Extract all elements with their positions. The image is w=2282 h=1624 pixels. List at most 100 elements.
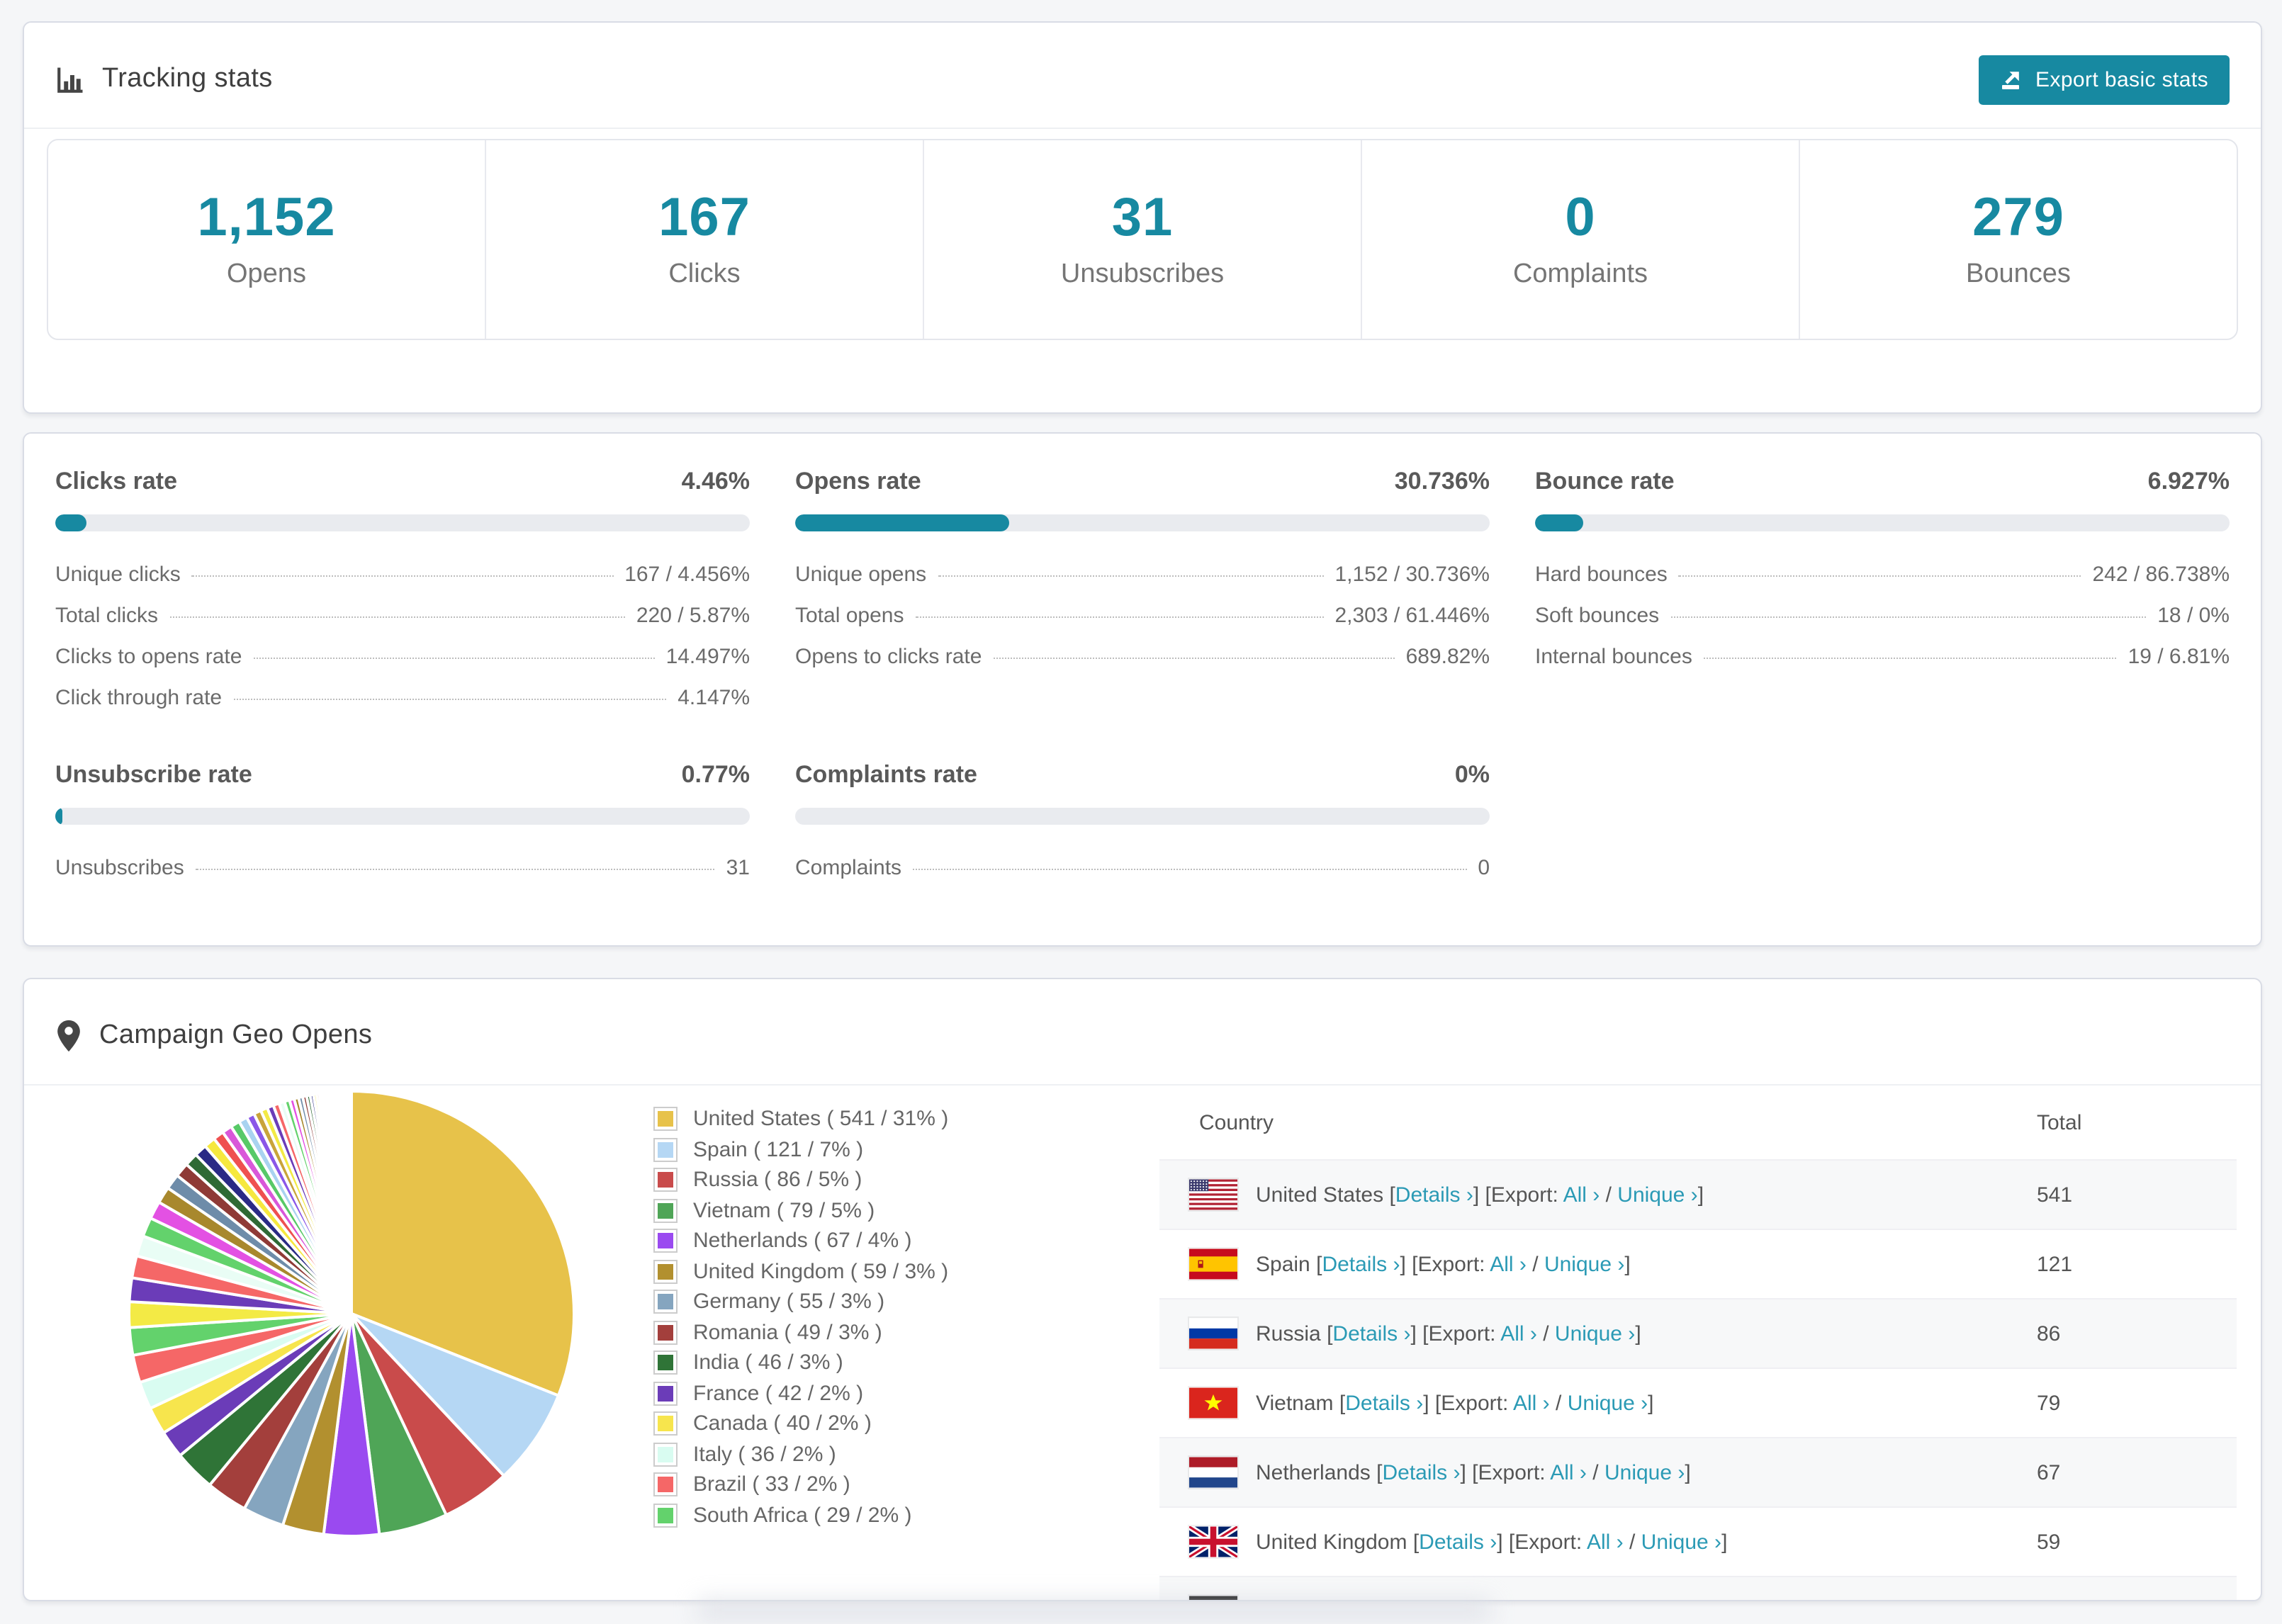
export-unique-link[interactable]: Unique › (1555, 1321, 1635, 1346)
bracket: [ (1339, 1391, 1346, 1415)
rate-progress-fill (55, 808, 62, 825)
export-button-label: Export basic stats (2035, 67, 2208, 91)
bracket: ] [Export: (1473, 1183, 1563, 1207)
pie-slice-other-55[interactable] (349, 1089, 353, 1314)
legend-label: Spain ( 121 / 7% ) (693, 1137, 864, 1162)
country-cell: Netherlands [Details ›] [Export: All › /… (1159, 1438, 2035, 1507)
geo-table-header-row: Country Total (1159, 1086, 2237, 1160)
dotted-leader (915, 616, 1324, 618)
stat-value: 1,152 (197, 188, 336, 248)
rate-detail-value: 167 / 4.456% (624, 563, 750, 587)
legend-item-india[interactable]: India ( 46 / 3% ) (653, 1348, 948, 1378)
details-link[interactable]: Details › (1332, 1321, 1410, 1346)
export-all-link[interactable]: All › (1513, 1391, 1550, 1415)
rate-progress-bar (795, 808, 1490, 825)
country-cell-content: Russia [Details ›] [Export: All › / Uniq… (1189, 1318, 2034, 1349)
country-cell: Russia [Details ›] [Export: All › / Uniq… (1159, 1299, 2035, 1368)
total-cell: 79 (2037, 1391, 2061, 1415)
legend-item-united-states[interactable]: United States ( 541 / 31% ) (653, 1104, 948, 1134)
legend-label: Italy ( 36 / 2% ) (693, 1442, 836, 1467)
rates-grid: Clicks rate 4.46% Unique clicks 167 / 4.456… (24, 434, 2261, 917)
bracket: / (1600, 1183, 1618, 1207)
export-unique-link[interactable]: Unique › (1641, 1530, 1721, 1554)
details-link[interactable]: Details › (1345, 1391, 1423, 1415)
export-all-link[interactable]: All › (1500, 1321, 1537, 1346)
export-unique-link[interactable]: Unique › (1544, 1252, 1624, 1276)
export-all-link[interactable]: All › (1550, 1460, 1587, 1484)
country-cell-content: United States [Details ›] [Export: All ›… (1189, 1179, 2034, 1210)
legend-item-romania[interactable]: Romania ( 49 / 3% ) (653, 1317, 948, 1348)
export-unique-link[interactable]: Unique › (1617, 1183, 1697, 1207)
rate-detail-label: Complaints (795, 856, 902, 880)
rate-detail-label: Click through rate (55, 686, 223, 710)
export-unique-link[interactable]: Unique › (1604, 1460, 1685, 1484)
export-all-link[interactable]: All › (1490, 1252, 1527, 1276)
rate-detail-value: 689.82% (1405, 645, 1490, 669)
legend-item-vietnam[interactable]: Vietnam ( 79 / 5% ) (653, 1195, 948, 1226)
flag-gb-icon (1189, 1526, 1237, 1557)
legend-swatch (653, 1503, 678, 1528)
rate-detail-row: Unique opens 1,152 / 30.736% (795, 554, 1490, 595)
rate-detail-label: Total opens (795, 604, 904, 628)
rate-detail-row: Unique clicks 167 / 4.456% (55, 554, 750, 595)
geo-table-row-us: United States [Details ›] [Export: All ›… (1159, 1160, 2237, 1229)
bracket: ] (1658, 1599, 1663, 1600)
dotted-leader (1678, 575, 2081, 577)
details-link[interactable]: Details › (1382, 1460, 1460, 1484)
legend-swatch (653, 1137, 678, 1162)
country-cell: Germany [Details ›] [Export: All › / Uni… (1159, 1577, 2035, 1600)
dotted-leader (1703, 658, 2117, 659)
legend-item-russia[interactable]: Russia ( 86 / 5% ) (653, 1165, 948, 1195)
bracket: / (1549, 1391, 1568, 1415)
legend-item-brazil[interactable]: Brazil ( 33 / 2% ) (653, 1470, 948, 1500)
details-link[interactable]: Details › (1322, 1252, 1400, 1276)
export-all-link[interactable]: All › (1523, 1599, 1560, 1600)
dotted-leader (169, 616, 625, 618)
rate-header: Opens rate 30.736% (795, 468, 1490, 496)
legend-item-italy[interactable]: Italy ( 36 / 2% ) (653, 1439, 948, 1470)
bracket: / (1560, 1599, 1578, 1600)
rate-detail-row: Unsubscribes 31 (55, 847, 750, 889)
rate-detail-value: 19 / 6.81% (2128, 645, 2230, 669)
rate-detail-label: Unsubscribes (55, 856, 184, 880)
details-link[interactable]: Details › (1395, 1183, 1473, 1207)
legend-item-spain[interactable]: Spain ( 121 / 7% ) (653, 1134, 948, 1165)
total-cell: 67 (2037, 1460, 2061, 1484)
export-unique-link[interactable]: Unique › (1568, 1391, 1648, 1415)
tracking-stats-card: Tracking stats Export basic stats 1,152 O… (23, 21, 2262, 414)
export-all-link[interactable]: All › (1587, 1530, 1624, 1554)
campaign-geo-opens-header: Campaign Geo Opens (24, 979, 2261, 1086)
legend-item-canada[interactable]: Canada ( 40 / 2% ) (653, 1409, 948, 1439)
dotted-leader (1670, 616, 2147, 618)
rate-value: 4.46% (681, 468, 750, 495)
rate-progress-fill (1535, 514, 1583, 531)
export-basic-stats-button[interactable]: Export basic stats (1979, 55, 2230, 104)
geo-table-row-gb: United Kingdom [Details ›] [Export: All … (1159, 1507, 2237, 1577)
bar-chart-icon (55, 64, 85, 94)
export-unique-link[interactable]: Unique › (1578, 1599, 1658, 1600)
rate-header: Unsubscribe rate 0.77% (55, 761, 750, 789)
rate-detail-row: Clicks to opens rate 14.497% (55, 636, 750, 677)
legend-item-france[interactable]: France ( 42 / 2% ) (653, 1378, 948, 1409)
rate-title: Bounce rate (1535, 468, 1675, 495)
page-title: Tracking stats (102, 64, 273, 94)
legend-item-united-kingdom[interactable]: United Kingdom ( 59 / 3% ) (653, 1256, 948, 1287)
rate-section-bounce-rate: Bounce rate 6.927% Hard bounces 242 / 86.73… (1535, 468, 2230, 718)
legend-item-south-africa[interactable]: South Africa ( 29 / 2% ) (653, 1500, 948, 1530)
tracking-stats-header: Tracking stats Export basic stats (24, 23, 2261, 129)
rate-progress-bar (55, 808, 750, 825)
legend-label: Russia ( 86 / 5% ) (693, 1168, 862, 1192)
bracket: [ (1412, 1530, 1420, 1554)
export-all-link[interactable]: All › (1563, 1183, 1600, 1207)
country-name: Vietnam (1256, 1391, 1339, 1415)
country-column-header: Country (1199, 1110, 1274, 1134)
legend-swatch (653, 1472, 678, 1497)
rate-value: 30.736% (1394, 468, 1490, 495)
details-link[interactable]: Details › (1419, 1530, 1497, 1554)
legend-swatch (653, 1198, 678, 1223)
rate-detail-value: 1,152 / 30.736% (1334, 563, 1490, 587)
country-name: United Kingdom (1256, 1530, 1413, 1554)
bracket: / (1586, 1460, 1604, 1484)
legend-item-germany[interactable]: Germany ( 55 / 3% ) (653, 1287, 948, 1317)
legend-item-netherlands[interactable]: Netherlands ( 67 / 4% ) (653, 1226, 948, 1256)
